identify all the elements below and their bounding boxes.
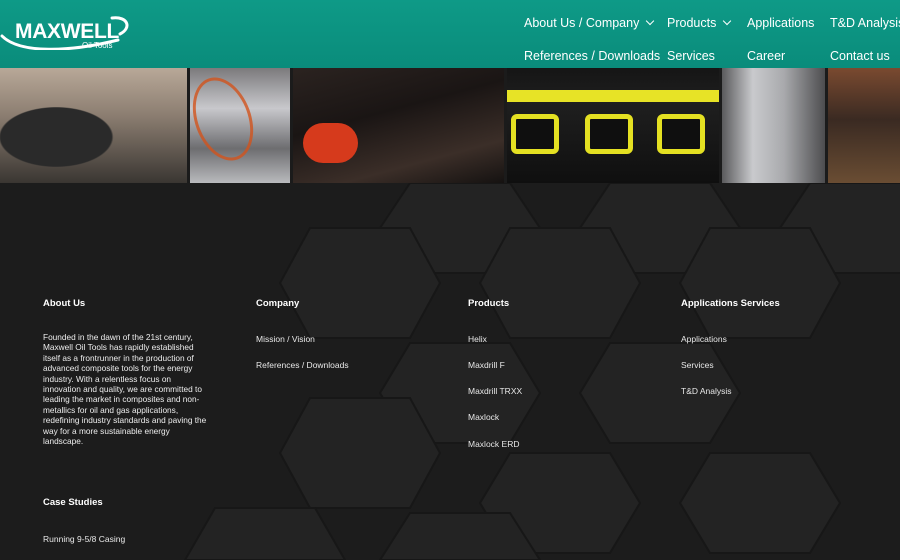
site-footer: About Us Founded in the dawn of the 21st… [0, 183, 900, 560]
link-maxlock[interactable]: Maxlock [468, 412, 499, 422]
link-maxdrill-trxx[interactable]: Maxdrill TRXX [468, 386, 522, 396]
link-applications[interactable]: Applications [681, 334, 727, 344]
yellow-band [507, 90, 719, 102]
products-heading: Products [468, 298, 510, 309]
nav-services-label: Services [667, 49, 715, 63]
nav-career[interactable]: Career [747, 49, 785, 63]
nav-contact-us[interactable]: Contact us [830, 49, 890, 63]
case-studies-heading: Case Studies [43, 497, 103, 508]
site-header: MAXWELL Oil Tools About Us / Company Pro… [0, 0, 900, 68]
nav-about-company-label: About Us / Company [524, 16, 640, 30]
brand-logo[interactable]: MAXWELL Oil Tools [0, 14, 135, 50]
chevron-down-icon [646, 16, 655, 26]
nav-contact-us-label: Contact us [830, 49, 890, 63]
photo-pipe-end [828, 68, 900, 183]
link-references-downloads[interactable]: References / Downloads [256, 360, 349, 370]
link-services[interactable]: Services [681, 360, 714, 370]
nav-products[interactable]: Products [667, 16, 732, 30]
nav-references-downloads[interactable]: References / Downloads [524, 49, 660, 63]
pipe-plug [657, 114, 706, 154]
chevron-down-icon [723, 16, 732, 26]
photo-worker-hose [0, 68, 188, 183]
link-maxlock-erd[interactable]: Maxlock ERD [468, 439, 519, 449]
link-mission-vision[interactable]: Mission / Vision [256, 334, 315, 344]
nav-services[interactable]: Services [667, 49, 715, 63]
photo-pipe-cable [190, 68, 291, 183]
link-helix[interactable]: Helix [468, 334, 487, 344]
about-heading: About Us [43, 298, 86, 309]
pipe-plug [585, 114, 634, 154]
nav-td-analysis-label: T&D Analysis [830, 16, 900, 30]
link-td-analysis[interactable]: T&D Analysis [681, 386, 732, 396]
nav-td-analysis[interactable]: T&D Analysis [830, 16, 900, 30]
nav-applications-label: Applications [747, 16, 815, 30]
brand-subtitle: Oil Tools [82, 41, 113, 50]
pipe-plug [511, 114, 560, 154]
nav-applications[interactable]: Applications [747, 16, 814, 30]
applications-services-heading: Applications Services [681, 298, 780, 309]
link-running-casing[interactable]: Running 9-5/8 Casing [43, 534, 125, 544]
nav-about-company[interactable]: About Us / Company [524, 16, 655, 30]
nav-career-label: Career [747, 49, 786, 63]
photo-pipe-glove [293, 68, 505, 183]
about-text: Founded in the dawn of the 21st century,… [43, 332, 207, 447]
photo-steel-pipe [721, 68, 826, 183]
photo-pipe-yellow-bands [507, 68, 719, 183]
nav-references-downloads-label: References / Downloads [524, 49, 661, 63]
company-heading: Company [256, 298, 300, 309]
link-maxdrill-f[interactable]: Maxdrill F [468, 360, 505, 370]
nav-products-label: Products [667, 16, 717, 30]
photo-strip [0, 68, 900, 183]
